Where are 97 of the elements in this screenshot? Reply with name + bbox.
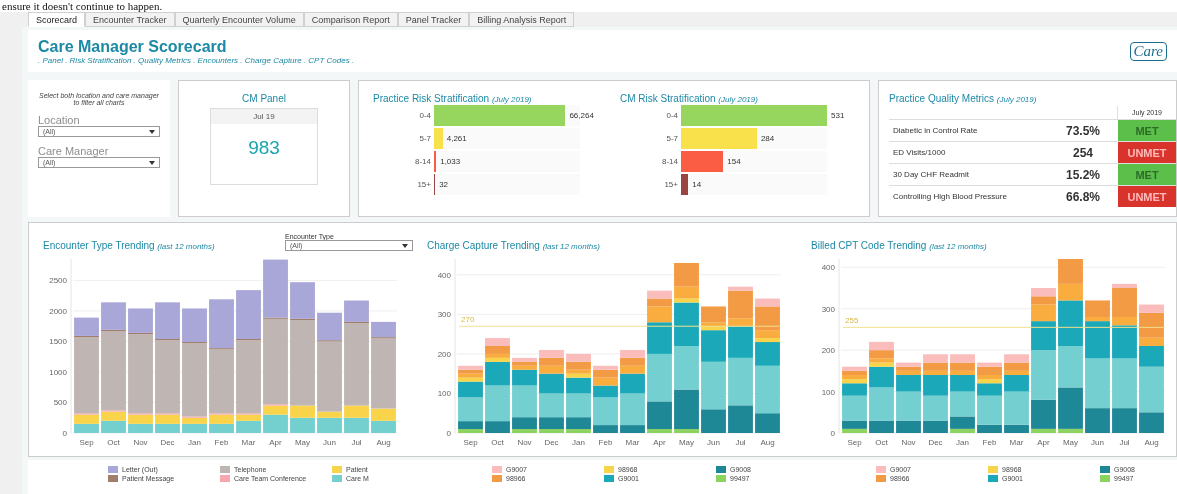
axis-tick-label: Jan <box>188 438 201 447</box>
axis-tick-label: Aug <box>376 438 391 447</box>
logo: Care <box>1129 41 1167 61</box>
axis-tick-label: Aug <box>760 438 775 447</box>
threshold-label: 270 <box>461 315 475 325</box>
axis-tick-label: 0 <box>62 429 67 438</box>
axis-tick-label: Oct <box>491 438 504 447</box>
axis-tick-label: Dec <box>928 438 943 447</box>
axis-label: 5-7 <box>418 134 432 143</box>
axis-tick-label: Jul <box>351 438 362 447</box>
dashboard-subtitle: . Panel . Risk Stratification . Quality Metrics . Encounters . Charge Capture . CPT Codes . <box>38 55 355 65</box>
chart-title: Charge Capture Trending (last 12 months) <box>427 240 600 251</box>
bar-value: 32 <box>439 180 449 189</box>
axis-label: 0-4 <box>418 111 432 120</box>
document-text: ensure it doesn't continue to happen. <box>1 0 163 12</box>
axis-tick-label: 500 <box>53 398 67 408</box>
axis-tick-label: 1500 <box>49 337 67 347</box>
metric-value: 73.5% <box>1065 123 1101 138</box>
axis-tick-label: Apr <box>653 438 666 447</box>
axis-tick-label: Jun <box>1091 438 1104 447</box>
axis-tick-label: Jun <box>323 438 336 447</box>
bar-value: 14 <box>692 180 702 189</box>
status-cell: UNMET <box>1118 142 1176 163</box>
axis-tick-label: 300 <box>821 304 835 314</box>
axis-tick-label: Jun <box>707 438 720 447</box>
metric-value: 15.2% <box>1065 167 1101 182</box>
axis-tick-label: Mar <box>1009 438 1024 447</box>
axis-tick-label: Sep <box>79 438 94 447</box>
axis-tick-label: 2000 <box>49 306 67 316</box>
axis-label: 0-4 <box>665 111 679 120</box>
axis-tick-label: Aug <box>1144 438 1159 447</box>
chart-title: Practice Risk Stratification (July 2019) <box>373 93 533 104</box>
metric-name: Diabetic in Control Rate <box>892 126 979 135</box>
axis-tick-label: Dec <box>544 438 559 447</box>
axis-tick-label: May <box>294 438 311 447</box>
axis-tick-label: 200 <box>821 346 835 356</box>
status-cell: MET <box>1118 120 1176 141</box>
axis-tick-label: Apr <box>269 438 282 447</box>
axis-label: 8-14 <box>661 157 679 166</box>
axis-tick-label: 100 <box>437 389 451 399</box>
axis-tick-label: May <box>1062 438 1079 447</box>
axis-label: 15+ <box>416 180 432 189</box>
axis-tick-label: Feb <box>982 438 997 447</box>
axis-tick-label: Nov <box>901 438 916 447</box>
axis-label: 15+ <box>663 180 679 189</box>
bar-value: 154 <box>727 157 741 166</box>
threshold-label: 255 <box>845 316 859 326</box>
chart-title: Practice Quality Metrics (July 2019) <box>889 93 1038 104</box>
axis-tick-label: Sep <box>463 438 478 447</box>
axis-tick-label: Mar <box>625 438 640 447</box>
metric-name: Controlling High Blood Pressure <box>892 192 1008 201</box>
axis-tick-label: 0 <box>830 429 835 438</box>
axis-label: 8-14 <box>414 157 432 166</box>
axis-tick-label: Mar <box>241 438 256 447</box>
status-cell: UNMET <box>1118 186 1176 207</box>
filter-label: Care Manager <box>38 145 110 157</box>
status-cell: MET <box>1118 164 1176 185</box>
axis-tick-label: Nov <box>133 438 148 447</box>
axis-tick-label: Dec <box>160 438 175 447</box>
axis-tick-label: 100 <box>821 387 835 397</box>
chart-title: Billed CPT Code Trending (last 12 months) <box>811 240 987 251</box>
axis-tick-label: Nov <box>517 438 532 447</box>
filter-label: Location <box>38 114 81 126</box>
chart-title: CM Risk Stratification (July 2019) <box>620 93 759 104</box>
column-header: Jul 19 <box>211 109 317 124</box>
axis-tick-label: Jul <box>735 438 746 447</box>
metric-value: 66.8% <box>1065 189 1101 204</box>
metric-name: ED Visits/1000 <box>892 148 947 157</box>
axis-tick-label: 400 <box>821 263 835 273</box>
bar-value: 531 <box>831 111 845 120</box>
axis-tick-label: Jan <box>572 438 585 447</box>
axis-tick-label: 200 <box>437 349 451 359</box>
axis-tick-label: May <box>678 438 695 447</box>
axis-label: 5-7 <box>665 134 679 143</box>
metric-name: 30 Day CHF Readmit <box>892 170 971 179</box>
bar-value: 1,033 <box>440 157 461 166</box>
axis-tick-label: Jan <box>956 438 969 447</box>
chart-title: Encounter Type Trending (last 12 months) <box>43 240 215 251</box>
axis-tick-label: 2500 <box>49 276 67 286</box>
axis-tick-label: Feb <box>214 438 229 447</box>
axis-tick-label: Jul <box>1119 438 1130 447</box>
dashboard-title: Care Manager Scorecard <box>38 37 228 56</box>
axis-tick-label: 0 <box>446 429 451 438</box>
axis-tick-label: 400 <box>437 270 451 280</box>
bar-value: 4,261 <box>446 134 467 143</box>
axis-tick-label: 1000 <box>49 367 67 377</box>
axis-tick-label: Feb <box>598 438 613 447</box>
panel-title: CM Panel <box>242 93 286 104</box>
axis-tick-label: Oct <box>107 438 120 447</box>
panel-count: 983 <box>248 137 280 159</box>
bar-value: 284 <box>760 134 775 143</box>
axis-tick-label: 300 <box>437 310 451 320</box>
axis-tick-label: Sep <box>847 438 862 447</box>
metric-value: 254 <box>1072 145 1094 160</box>
axis-tick-label: Oct <box>875 438 888 447</box>
bar-value: 66,264 <box>569 111 594 120</box>
axis-tick-label: Apr <box>1037 438 1050 447</box>
